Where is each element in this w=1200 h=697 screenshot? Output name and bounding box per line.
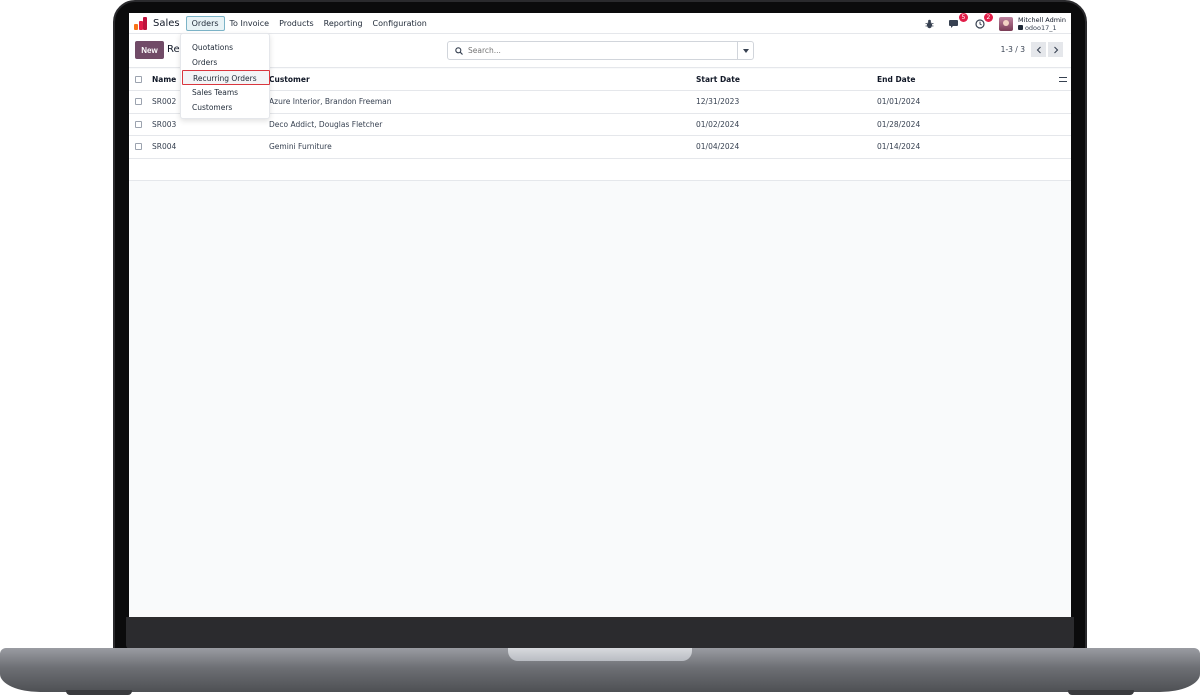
search-bar: [447, 41, 754, 60]
chevron-left-icon: [1036, 46, 1041, 53]
select-all-cell: [135, 69, 142, 90]
table-header: Name Customer Start Date End Date: [129, 69, 1071, 91]
user-menu[interactable]: Mitchell Admin odoo17_1: [1017, 15, 1066, 32]
column-header-start-date[interactable]: Start Date: [696, 69, 740, 90]
user-name: Mitchell Admin: [1017, 15, 1066, 24]
dropdown-item-recurring-orders[interactable]: Recurring Orders: [182, 70, 270, 85]
user-avatar[interactable]: [998, 16, 1013, 31]
cell-name: SR004: [152, 142, 177, 152]
list-view: Name Customer Start Date End Date SR002 …: [129, 69, 1071, 181]
new-button[interactable]: New: [135, 41, 164, 59]
row-select-cell: [135, 136, 142, 158]
pager-next-button[interactable]: [1048, 42, 1063, 57]
top-navbar: Sales Orders To Invoice Products Reporti…: [129, 13, 1071, 34]
row-select-cell: [135, 114, 142, 136]
pager-value[interactable]: 1-3 / 3: [1001, 45, 1025, 54]
cell-start-date: 01/04/2024: [696, 142, 740, 152]
laptop-bezel: [126, 617, 1074, 649]
database-label: odoo17_1: [1017, 23, 1066, 32]
row-checkbox[interactable]: [135, 98, 142, 106]
database-name: odoo17_1: [1024, 23, 1057, 32]
search-input[interactable]: [466, 46, 737, 55]
menu-orders[interactable]: Orders: [185, 15, 225, 31]
optional-columns-cell: [1059, 69, 1067, 90]
dropdown-item-quotations[interactable]: Quotations: [181, 40, 269, 55]
menu-products[interactable]: Products: [274, 17, 319, 30]
row-select-cell: [135, 91, 142, 113]
cell-name: SR003: [152, 119, 177, 129]
app-screen: Sales Orders To Invoice Products Reporti…: [129, 13, 1071, 617]
cell-end-date: 01/28/2024: [877, 119, 921, 129]
table-row[interactable]: SR003 Deco Addict, Douglas Fletcher 01/0…: [129, 114, 1071, 136]
cell-name: SR002: [152, 97, 177, 107]
caret-down-icon: [742, 48, 749, 53]
orders-dropdown: Quotations Orders Recurring Orders Sales…: [180, 33, 270, 119]
table-row[interactable]: SR004 Gemini Furniture 01/04/2024 01/14/…: [129, 136, 1071, 159]
select-all-checkbox[interactable]: [135, 76, 142, 83]
activity-badge: 2: [983, 13, 993, 22]
laptop-notch: [508, 648, 692, 661]
systray: 5 2 Mitchell Admin odoo17_1: [924, 13, 1066, 33]
dropdown-item-customers[interactable]: Customers: [181, 100, 269, 115]
menu-configuration[interactable]: Configuration: [368, 17, 432, 30]
sales-app-icon[interactable]: [134, 16, 147, 30]
cell-customer: Deco Addict, Douglas Fletcher: [269, 119, 383, 129]
dropdown-item-sales-teams[interactable]: Sales Teams: [181, 85, 269, 100]
table-row[interactable]: SR002 Azure Interior, Brandon Freeman 12…: [129, 91, 1071, 114]
search-icon: [452, 46, 466, 55]
pager: 1-3 / 3: [1001, 42, 1063, 57]
cell-start-date: 12/31/2023: [696, 97, 740, 107]
optional-columns-icon[interactable]: [1059, 76, 1067, 83]
main-menu: Orders To Invoice Products Reporting Con…: [185, 15, 432, 31]
cell-customer: Gemini Furniture: [269, 142, 332, 152]
column-header-end-date[interactable]: End Date: [877, 69, 915, 90]
dropdown-item-orders[interactable]: Orders: [181, 55, 269, 70]
search-options-toggle[interactable]: [737, 42, 753, 59]
chat-icon[interactable]: 5: [949, 13, 968, 30]
database-icon: [1017, 25, 1023, 30]
chat-badge: 5: [958, 13, 968, 22]
laptop-foot-left: [66, 690, 132, 695]
cell-end-date: 01/01/2024: [877, 97, 921, 107]
table-footer: [129, 159, 1071, 181]
pager-previous-button[interactable]: [1031, 42, 1046, 57]
app-name[interactable]: Sales: [153, 18, 180, 29]
clock-icon[interactable]: 2: [974, 13, 993, 30]
row-checkbox[interactable]: [135, 143, 142, 151]
cell-start-date: 01/02/2024: [696, 119, 740, 129]
menu-reporting[interactable]: Reporting: [319, 17, 368, 30]
chevron-right-icon: [1053, 46, 1058, 53]
row-checkbox[interactable]: [135, 120, 142, 128]
menu-to-invoice[interactable]: To Invoice: [225, 17, 275, 30]
column-header-name[interactable]: Name: [152, 69, 176, 90]
cell-end-date: 01/14/2024: [877, 142, 921, 152]
laptop-foot-right: [1068, 690, 1134, 695]
bug-icon[interactable]: [924, 18, 936, 30]
control-panel: New Rec 1-3 / 3: [129, 34, 1071, 68]
cell-customer: Azure Interior, Brandon Freeman: [269, 97, 392, 107]
column-header-customer[interactable]: Customer: [269, 69, 310, 90]
